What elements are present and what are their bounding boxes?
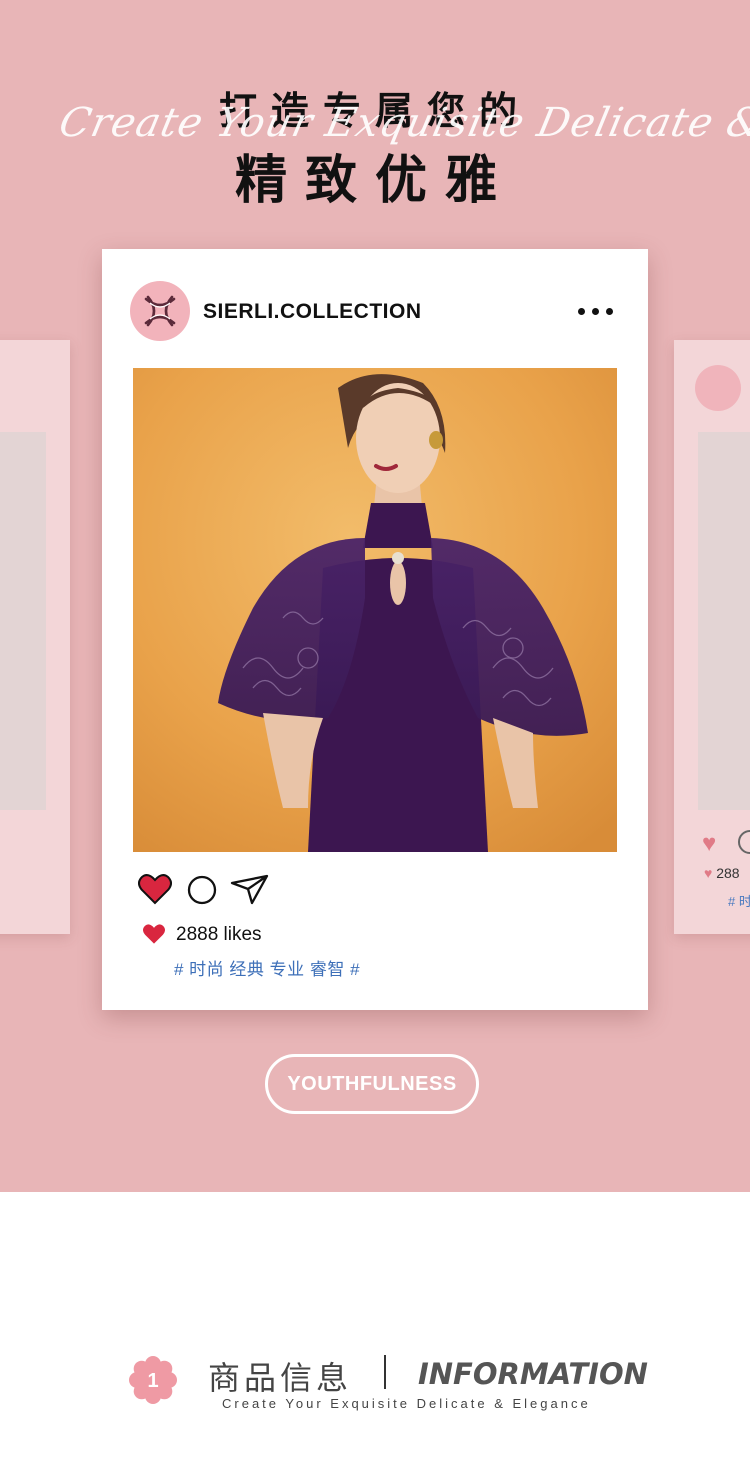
- post-username[interactable]: SIERLI.COLLECTION: [203, 300, 422, 324]
- heart-icon: ♥: [704, 865, 713, 881]
- brand-logo-icon: [144, 295, 176, 327]
- side-likes-text: 288: [716, 865, 740, 881]
- post-hashtags[interactable]: # 时尚 经典 专业 睿智 #: [174, 955, 360, 980]
- headline-main: 精致优雅: [234, 151, 515, 211]
- comment-icon[interactable]: [187, 875, 217, 910]
- side-post-card-right[interactable]: ♥ ♥ 288 # 时: [674, 340, 750, 934]
- divider: [384, 1355, 386, 1389]
- more-dots-icon[interactable]: [576, 299, 616, 323]
- share-icon[interactable]: [230, 873, 270, 910]
- section-number: 1: [147, 1370, 158, 1392]
- side-likes: ♥ 288: [704, 865, 740, 881]
- post-card: SIERLI.COLLECTION 2888 likes # 时尚 经典 专业 …: [102, 249, 648, 1010]
- hero-section: 打造专属您的 Create Your Exquisite Delicate & …: [0, 0, 750, 1192]
- side-photo-placeholder: [0, 432, 46, 810]
- brand-logo-icon: [695, 365, 741, 411]
- side-post-card-left[interactable]: [0, 340, 70, 934]
- model-photo: [133, 368, 617, 852]
- info-subtitle: Create Your Exquisite Delicate & Eleganc…: [222, 1396, 591, 1411]
- heart-icon: [142, 923, 166, 950]
- side-photo-placeholder: [698, 432, 750, 810]
- badge-label: YOUTHFULNESS: [287, 1073, 457, 1095]
- info-title-cn: 商品信息: [208, 1359, 353, 1397]
- youthfulness-badge[interactable]: YOUTHFULNESS: [265, 1054, 479, 1114]
- information-section: 1 商品信息 INFORMATION Create Your Exquisite…: [0, 1340, 750, 1420]
- post-photo[interactable]: [133, 368, 617, 852]
- avatar[interactable]: [130, 281, 190, 341]
- likes-count: 2888 likes: [176, 924, 262, 945]
- comment-icon: [738, 830, 750, 854]
- info-title-en: INFORMATION: [418, 1357, 648, 1391]
- heart-icon: ♥: [702, 830, 717, 857]
- heart-icon[interactable]: [138, 873, 172, 910]
- side-tags: # 时: [728, 894, 750, 909]
- flower-number-icon: 1: [128, 1355, 178, 1405]
